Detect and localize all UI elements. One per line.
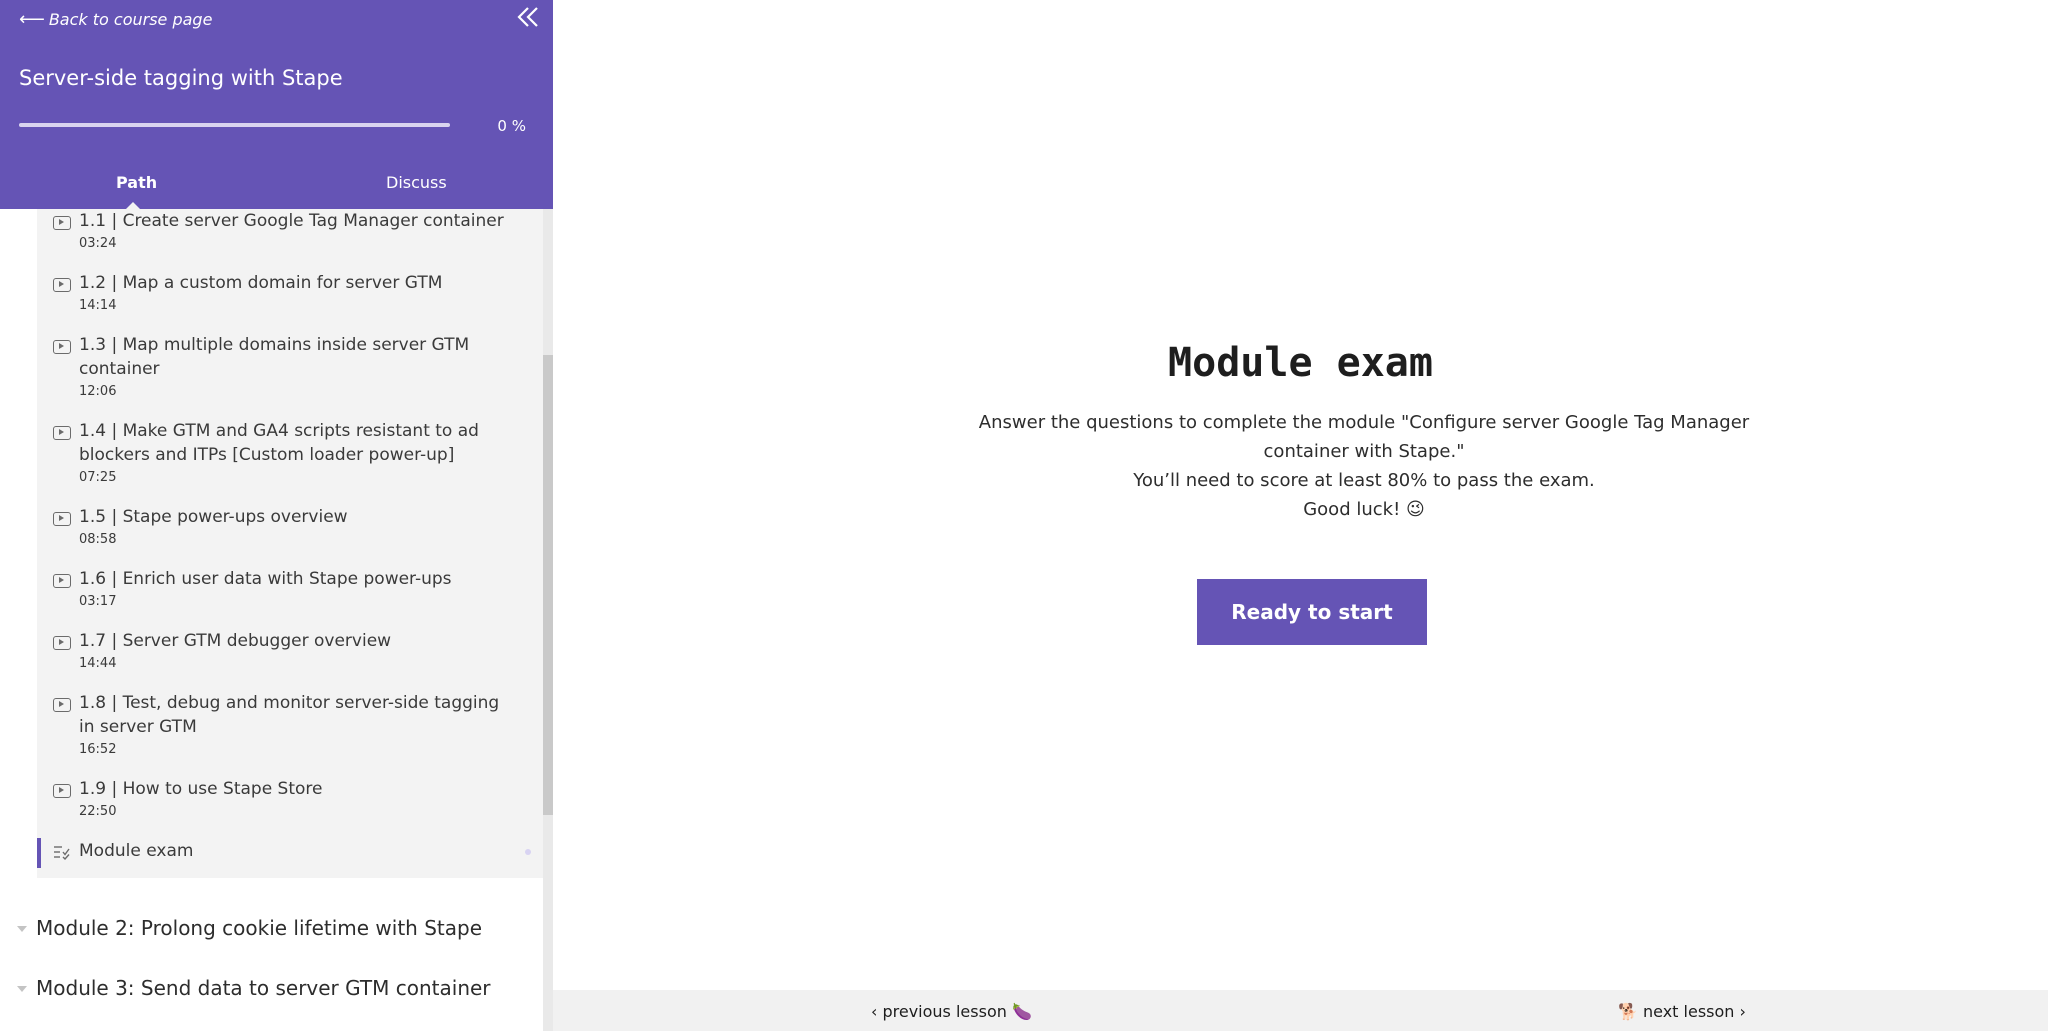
module-title: Module 3: Send data to server GTM contai… [36, 976, 491, 1000]
sidebar-tabs: Path Discuss [0, 168, 553, 209]
module-title: Module 2: Prolong cookie lifetime with S… [36, 916, 483, 940]
course-title: Server-side tagging with Stape [19, 66, 343, 90]
lesson-duration: 14:44 [79, 656, 117, 671]
progress-percent: 0 % [497, 117, 526, 135]
lesson-title: 1.1 | Create server Google Tag Manager c… [79, 211, 504, 231]
back-arrow-icon: ⟵ [19, 9, 45, 30]
tab-discuss[interactable]: Discuss [386, 173, 447, 192]
double-chevron-left-icon [517, 7, 538, 27]
lesson-title: 1.8 | Test, debug and monitor server-sid… [79, 693, 500, 737]
video-icon [53, 636, 71, 650]
exam-good-luck: Good luck! 😉 [1303, 499, 1425, 520]
lesson-duration: 03:24 [79, 236, 117, 251]
next-lesson-link[interactable]: 🐕 next lesson › [1618, 1002, 1746, 1021]
lesson-duration: 07:25 [79, 470, 117, 485]
lesson-duration: 14:14 [79, 298, 117, 313]
lesson-title: 1.3 | Map multiple domains inside server… [79, 335, 470, 379]
lesson-duration: 08:58 [79, 532, 117, 547]
lesson-title: 1.6 | Enrich user data with Stape power-… [79, 569, 452, 589]
back-link-label: Back to course page [48, 10, 213, 29]
lesson-duration: 03:17 [79, 594, 117, 609]
sidebar-header: ⟵ Back to course page Server-side taggin… [0, 0, 553, 209]
active-indicator [37, 838, 41, 868]
video-icon [53, 784, 71, 798]
lesson-title: 1.7 | Server GTM debugger overview [79, 631, 392, 651]
lesson-navigation: ‹ previous lesson 🍆 🐕 next lesson › [553, 990, 2048, 1031]
status-dot [525, 849, 531, 855]
checklist-icon [53, 844, 71, 861]
lesson-title: 1.2 | Map a custom domain for server GTM [79, 273, 443, 293]
lesson-title: 1.5 | Stape power-ups overview [79, 507, 348, 527]
main-content: Module exam Answer the questions to comp… [553, 0, 2048, 1031]
video-icon [53, 216, 71, 230]
page-title: Module exam [1168, 340, 1433, 386]
exam-title: Module exam [79, 841, 194, 861]
video-icon [53, 574, 71, 588]
module-1-lessons: 1.1 | Create server Google Tag Manager c… [37, 209, 543, 878]
exam-description: Answer the questions to complete the mod… [958, 408, 1770, 524]
caret-down-icon [17, 926, 27, 932]
lesson-duration: 16:52 [79, 742, 117, 757]
lesson-list: 1.1 | Create server Google Tag Manager c… [0, 209, 543, 1031]
scrollbar-thumb[interactable] [543, 355, 553, 815]
lesson-duration: 12:06 [79, 384, 117, 399]
tab-path[interactable]: Path [116, 173, 157, 192]
ready-to-start-button[interactable]: Ready to start [1197, 579, 1427, 645]
video-icon [53, 278, 71, 292]
caret-down-icon [17, 986, 27, 992]
course-progress-bar [19, 123, 450, 127]
lesson-title: 1.9 | How to use Stape Store [79, 779, 323, 799]
back-to-course-link[interactable]: ⟵ Back to course page [19, 9, 212, 30]
exam-instructions: Answer the questions to complete the mod… [978, 412, 1750, 462]
module-2-toggle[interactable]: Module 2: Prolong cookie lifetime with S… [0, 910, 543, 950]
sidebar-scrollbar[interactable] [543, 209, 553, 1031]
lesson-title: 1.4 | Make GTM and GA4 scripts resistant… [79, 421, 479, 465]
lesson-duration: 22:50 [79, 804, 117, 819]
video-icon [53, 698, 71, 712]
video-icon [53, 340, 71, 354]
video-icon [53, 512, 71, 526]
previous-lesson-link[interactable]: ‹ previous lesson 🍆 [871, 1002, 1032, 1021]
module-3-toggle[interactable]: Module 3: Send data to server GTM contai… [0, 970, 543, 1010]
exam-pass-requirement: You’ll need to score at least 80% to pas… [1133, 470, 1595, 491]
course-sidebar: 1.1 | Create server Google Tag Manager c… [0, 0, 553, 1031]
video-icon [53, 426, 71, 440]
active-tab-indicator [126, 202, 140, 209]
collapse-sidebar-button[interactable] [513, 2, 543, 32]
